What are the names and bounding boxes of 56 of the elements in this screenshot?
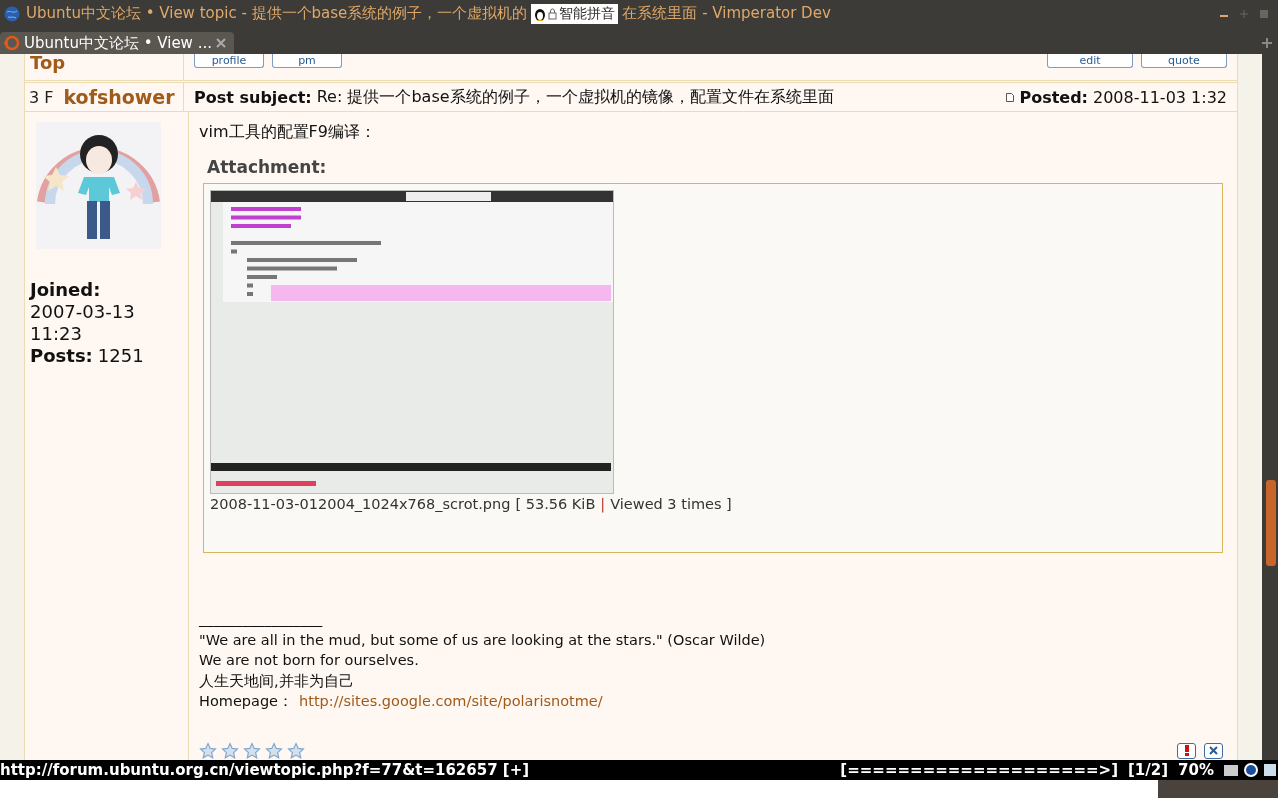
- view-count: Viewed 3 times ]: [610, 496, 732, 512]
- report-button[interactable]: [1177, 742, 1196, 759]
- signature-line: "We are all in the mud, but some of us are looking at the stars." (Oscar Wilde): [199, 630, 767, 650]
- homepage-label: Homepage：: [199, 692, 294, 711]
- zoom-level: 70%: [1178, 761, 1214, 779]
- separator: |: [600, 496, 606, 512]
- star-rating[interactable]: [199, 741, 305, 760]
- post-action-button[interactable]: edit: [1047, 54, 1133, 68]
- star-icon[interactable]: [265, 741, 283, 760]
- joined-date: 2007-03-13: [30, 301, 136, 323]
- close-icon[interactable]: [215, 38, 226, 48]
- posts-count: 1251: [97, 345, 144, 367]
- post-subject: Re: 提供一个base系统的例子，一个虚拟机的镜像，配置文件在系统里面: [316, 86, 834, 108]
- star-icon[interactable]: [243, 741, 261, 760]
- signature-line: 人生天地间,并非为自己: [199, 671, 355, 691]
- star-icon[interactable]: [287, 741, 305, 760]
- lock-icon: [548, 7, 558, 20]
- file-name: 2008-11-03-012004_1024x768_scrot.png: [210, 496, 511, 512]
- delete-button[interactable]: [1204, 742, 1223, 759]
- star-icon[interactable]: [221, 741, 239, 760]
- scrollbar[interactable]: [1262, 54, 1278, 760]
- status-url: http://forum.ubuntu.org.cn/viewtopic.php?f=77&t=162657 [+]: [0, 761, 530, 779]
- signature-line: We are not born for ourselves.: [199, 651, 420, 670]
- signature-rule: _________________: [199, 610, 324, 629]
- profile-button[interactable]: profile: [194, 54, 264, 68]
- window-title: 在系统里面 - Vimperator Dev: [622, 4, 831, 23]
- addon-icons[interactable]: [1224, 762, 1276, 778]
- posts-label: Posts:: [30, 345, 93, 367]
- top-link[interactable]: Top: [30, 54, 66, 72]
- post-number: 3 F: [29, 87, 54, 107]
- post-icon[interactable]: [1006, 92, 1015, 102]
- post-text: vim工具的配置F9编译：: [199, 122, 377, 143]
- joined-label: Joined:: [30, 279, 102, 301]
- homepage-link[interactable]: http://sites.google.com/site/polarisnotme/: [299, 691, 603, 712]
- author-name[interactable]: kofshower: [63, 86, 175, 108]
- profile-button[interactable]: pm: [272, 54, 342, 68]
- ubuntu-logo-icon: [4, 35, 20, 51]
- penguin-icon: [534, 6, 547, 21]
- close-icon: [1209, 746, 1218, 755]
- input-method-label: 智能拼音: [559, 4, 616, 23]
- attachment-heading: Attachment:: [207, 157, 328, 177]
- exclamation-icon: [1184, 745, 1189, 756]
- posted-date: 2008-11-03 1:32: [1093, 87, 1227, 107]
- maximize-icon[interactable]: [1240, 9, 1248, 18]
- browser-tab[interactable]: Ubuntu中文论坛 • View ...: [0, 32, 234, 54]
- star-icon[interactable]: [199, 741, 217, 760]
- tab-index: [1/2]: [1128, 761, 1169, 779]
- post-action-button[interactable]: quote: [1141, 54, 1227, 68]
- posted-label: Posted:: [1019, 87, 1088, 107]
- tab-scroll-icon[interactable]: [1262, 38, 1272, 48]
- joined-time: 11:23: [30, 323, 83, 345]
- window-title: Ubuntu中文论坛 • View topic - 提供一个base系统的例子，一个虚拟机的: [26, 4, 528, 23]
- file-size: [ 53.56 KiB: [515, 496, 596, 512]
- globe-icon: [4, 5, 20, 22]
- close-icon[interactable]: [1260, 9, 1268, 18]
- subject-label: Post subject:: [194, 87, 312, 107]
